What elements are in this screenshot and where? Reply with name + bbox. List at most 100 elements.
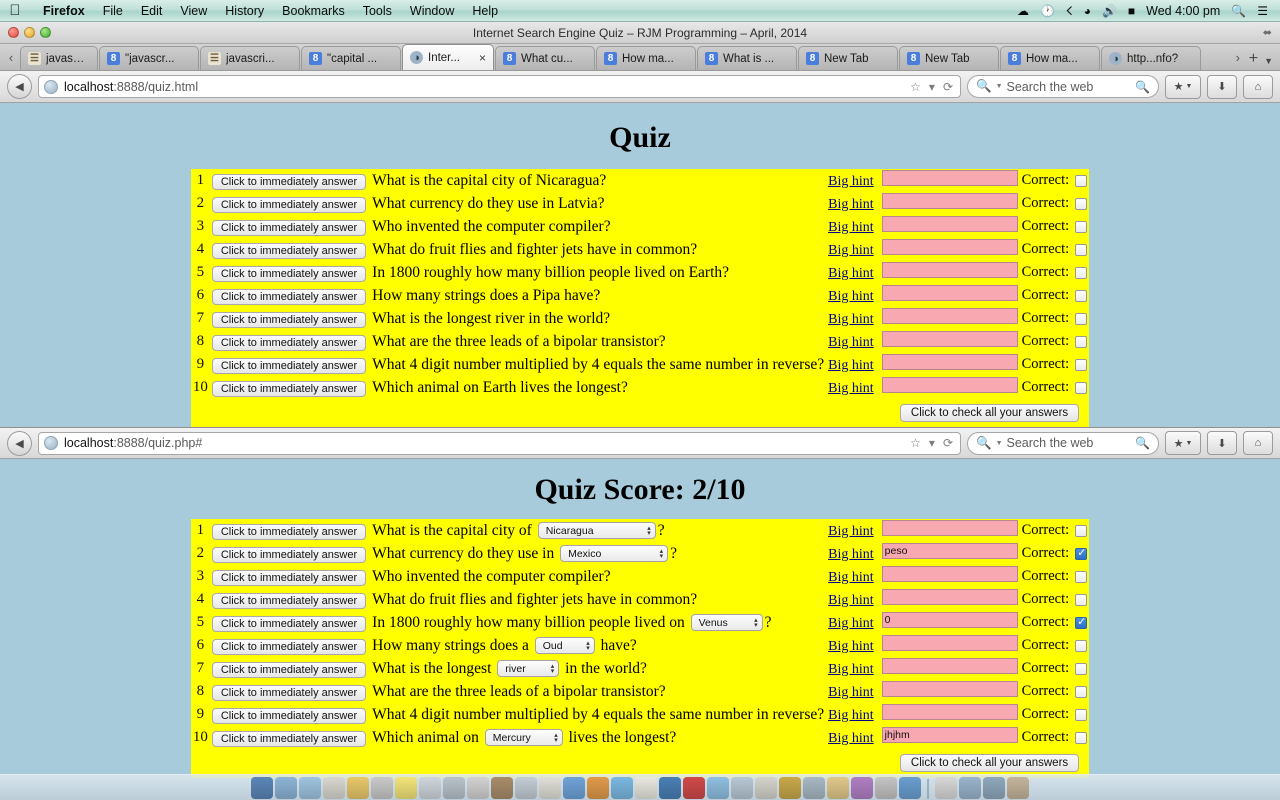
immediate-answer-button[interactable]: Click to immediately answer (211, 546, 367, 563)
correct-checkbox[interactable] (1075, 662, 1088, 675)
reload-icon[interactable]: ⟳ (943, 80, 953, 94)
new-tab-plus-icon[interactable]: + (1247, 50, 1264, 70)
answer-input[interactable] (881, 239, 1018, 255)
immediate-answer-button[interactable]: Click to immediately answer (211, 569, 367, 586)
bookmark-star-icon[interactable]: ☆ (910, 80, 921, 94)
answer-input[interactable] (881, 354, 1018, 370)
dock-icon[interactable] (755, 777, 777, 799)
answer-input[interactable] (881, 681, 1018, 697)
spotlight-search-icon[interactable]: 🔍 (1231, 5, 1246, 17)
dock-icon[interactable] (707, 777, 729, 799)
big-hint-link[interactable]: Big hint (828, 220, 874, 235)
dock-icon[interactable] (587, 777, 609, 799)
timemachine-icon[interactable]: 🕐 (1040, 5, 1055, 17)
correct-checkbox[interactable] (1075, 524, 1088, 537)
search-engine-chevron-icon[interactable]: ▼ (996, 83, 1003, 90)
question-select[interactable]: Nicaragua ▴ ▾ (537, 522, 656, 540)
correct-checkbox[interactable] (1075, 243, 1088, 256)
list-all-tabs-icon[interactable]: ▼ (1264, 56, 1280, 70)
dock-icon[interactable] (635, 777, 657, 799)
dock-icon[interactable] (875, 777, 897, 799)
dock-icon[interactable] (683, 777, 705, 799)
question-select[interactable]: river ▴ ▾ (497, 660, 560, 678)
dock-icon[interactable] (275, 777, 297, 799)
menu-item-bookmarks[interactable]: Bookmarks (273, 4, 354, 18)
correct-checkbox[interactable] (1075, 174, 1088, 187)
dock-icon[interactable] (611, 777, 633, 799)
search-engine-chevron-icon[interactable]: ▼ (996, 440, 1003, 447)
search-input-top[interactable]: Search the web (1007, 80, 1094, 94)
answer-input[interactable] (881, 262, 1018, 278)
big-hint-link[interactable]: Big hint (828, 289, 874, 304)
correct-checkbox[interactable] (1075, 547, 1088, 560)
correct-checkbox[interactable] (1075, 220, 1088, 233)
answer-input[interactable]: jhjhm (881, 727, 1018, 743)
answer-input[interactable] (881, 520, 1018, 536)
browser-tab[interactable]: 8 New Tab (798, 46, 898, 70)
answer-input[interactable] (881, 331, 1018, 347)
browser-tab[interactable]: 8 "javascr... (99, 46, 199, 70)
notification-center-icon[interactable]: ☰ (1257, 5, 1268, 17)
immediate-answer-button[interactable]: Click to immediately answer (211, 334, 367, 351)
immediate-answer-button[interactable]: Click to immediately answer (211, 730, 367, 747)
reload-icon[interactable]: ⟳ (943, 436, 953, 450)
immediate-answer-button[interactable]: Click to immediately answer (211, 638, 367, 655)
big-hint-link[interactable]: Big hint (828, 570, 874, 585)
big-hint-link[interactable]: Big hint (828, 685, 874, 700)
dock-icon[interactable] (779, 777, 801, 799)
url-bar-bottom[interactable]: localhost:8888/quiz.php# ☆ ▾ ⟳ (38, 431, 961, 455)
dock-icon[interactable] (347, 777, 369, 799)
big-hint-link[interactable]: Big hint (828, 381, 874, 396)
browser-tab[interactable]: 8 What cu... (495, 46, 595, 70)
check-all-answers-button[interactable]: Click to check all your answers (899, 404, 1080, 422)
big-hint-link[interactable]: Big hint (828, 312, 874, 327)
answer-input[interactable] (881, 589, 1018, 605)
big-hint-link[interactable]: Big hint (828, 524, 874, 539)
question-select[interactable]: Mercury ▴ ▾ (484, 729, 563, 747)
immediate-answer-button[interactable]: Click to immediately answer (211, 219, 367, 236)
menu-item-help[interactable]: Help (463, 4, 507, 18)
answer-input[interactable]: peso (881, 543, 1018, 559)
answer-input[interactable] (881, 285, 1018, 301)
volume-icon[interactable]: 🔊 (1102, 5, 1117, 17)
menu-item-file[interactable]: File (94, 4, 132, 18)
home-icon[interactable]: ⌂ (1243, 74, 1273, 99)
question-select[interactable]: Mexico ▴ ▾ (560, 545, 669, 563)
dock-icon[interactable] (803, 777, 825, 799)
chevron-down-icon[interactable]: ▾ (929, 436, 935, 450)
dock-icon[interactable] (1007, 777, 1029, 799)
minimize-window-button[interactable] (24, 27, 35, 38)
immediate-answer-button[interactable]: Click to immediately answer (211, 242, 367, 259)
dock-icon[interactable] (851, 777, 873, 799)
correct-checkbox[interactable] (1075, 381, 1088, 394)
browser-tab[interactable]: ◑ Inter... × (402, 44, 494, 70)
correct-checkbox[interactable] (1075, 593, 1088, 606)
big-hint-link[interactable]: Big hint (828, 662, 874, 677)
answer-input[interactable] (881, 170, 1018, 186)
search-input-bottom[interactable]: Search the web (1007, 436, 1094, 450)
dock-icon[interactable] (827, 777, 849, 799)
zoom-window-button[interactable] (40, 27, 51, 38)
menu-item-tools[interactable]: Tools (354, 4, 401, 18)
bookmarks-button-icon[interactable]: ★ ▼ (1165, 74, 1201, 99)
dock-icon[interactable] (899, 777, 921, 799)
menu-item-window[interactable]: Window (401, 4, 463, 18)
correct-checkbox[interactable] (1075, 731, 1088, 744)
fullscreen-icon[interactable]: ⬌ (1263, 26, 1280, 39)
browser-tab[interactable]: 8 How ma... (1000, 46, 1100, 70)
browser-tab[interactable]: ☰ javascri... (200, 46, 300, 70)
back-arrow-icon[interactable]: ◀ (7, 430, 32, 456)
dock-icon[interactable] (491, 777, 513, 799)
immediate-answer-button[interactable]: Click to immediately answer (211, 707, 367, 724)
dock-icon[interactable] (371, 777, 393, 799)
correct-checkbox[interactable] (1075, 266, 1088, 279)
answer-input[interactable]: 0 (881, 612, 1018, 628)
dock-icon[interactable] (443, 777, 465, 799)
correct-checkbox[interactable] (1075, 358, 1088, 371)
search-box-top[interactable]: 🔍 ▼ Search the web 🔍 (967, 75, 1159, 98)
question-select[interactable]: Venus ▴ ▾ (690, 614, 763, 632)
bookmark-star-icon[interactable]: ☆ (910, 436, 921, 450)
dock-icon[interactable] (935, 777, 957, 799)
menu-item-view[interactable]: View (171, 4, 216, 18)
browser-tab[interactable]: ◑ http...nfo? (1101, 46, 1201, 70)
